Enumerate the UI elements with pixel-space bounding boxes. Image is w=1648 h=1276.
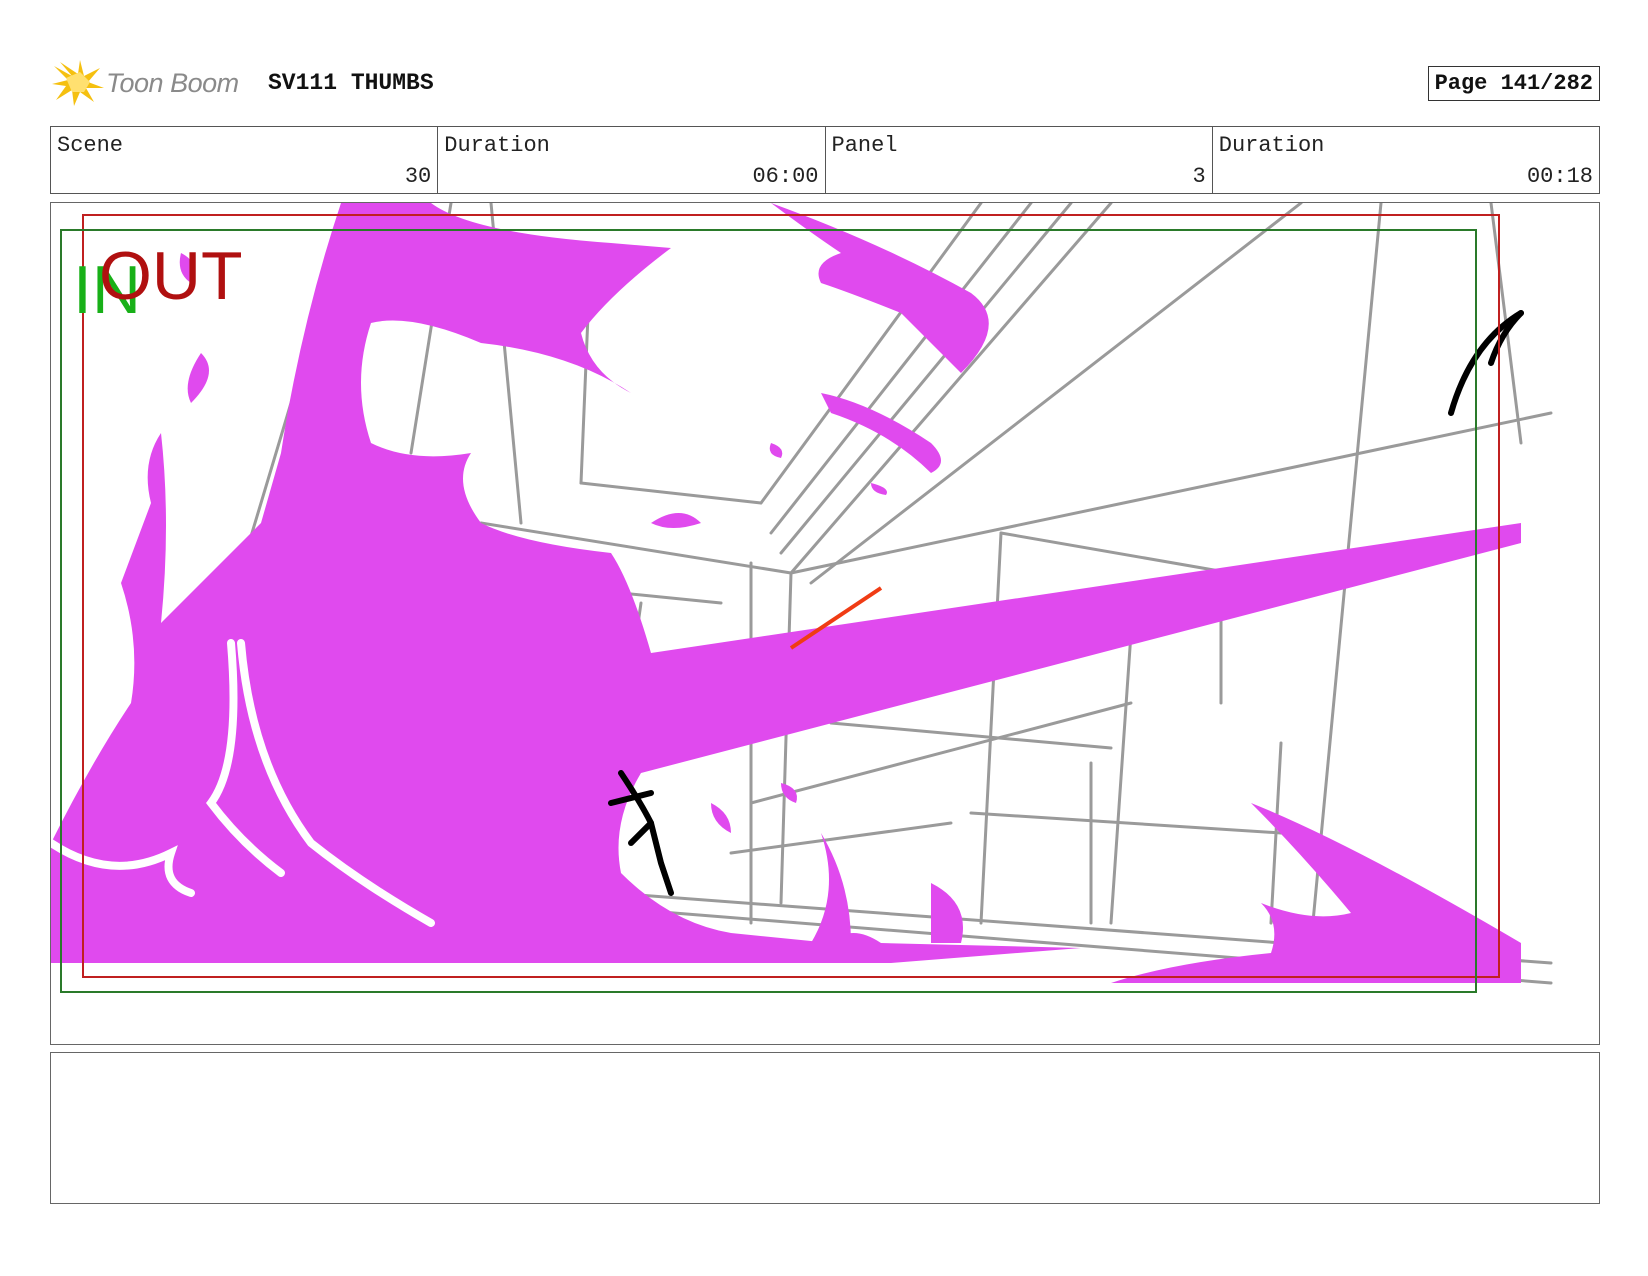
panel-artwork: IN OUT — [51, 203, 1553, 993]
out-marker: OUT — [99, 238, 243, 314]
toon-boom-logo: Toon Boom — [50, 58, 250, 108]
panel-value: 3 — [1192, 164, 1206, 189]
scene-cell: Scene 30 — [51, 127, 439, 193]
panel-duration-cell: Duration 00:18 — [1213, 127, 1599, 193]
starburst-icon — [52, 60, 104, 106]
scene-value: 30 — [404, 164, 432, 189]
panel-notes[interactable] — [50, 1052, 1600, 1204]
panel-cell: Panel 3 — [826, 127, 1213, 193]
panel-duration-label: Duration — [1218, 133, 1325, 158]
scene-info-table: Scene 30 Duration 06:00 Panel 3 Duration… — [50, 126, 1600, 194]
panel-label: Panel — [831, 133, 898, 158]
storyboard-panel: IN OUT — [50, 202, 1600, 1045]
scene-duration-value: 06:00 — [752, 164, 819, 189]
scene-duration-cell: Duration 06:00 — [438, 127, 826, 193]
page-indicator: Page 141/282 — [1427, 66, 1600, 101]
scene-label: Scene — [57, 133, 124, 158]
storyboard-header: Toon Boom SV111 THUMBS Page 141/282 — [50, 58, 1600, 108]
panel-duration-value: 00:18 — [1526, 164, 1593, 189]
project-title: SV111 THUMBS — [268, 70, 434, 96]
logo-text: Toon Boom — [106, 68, 239, 98]
scene-duration-label: Duration — [444, 133, 550, 158]
